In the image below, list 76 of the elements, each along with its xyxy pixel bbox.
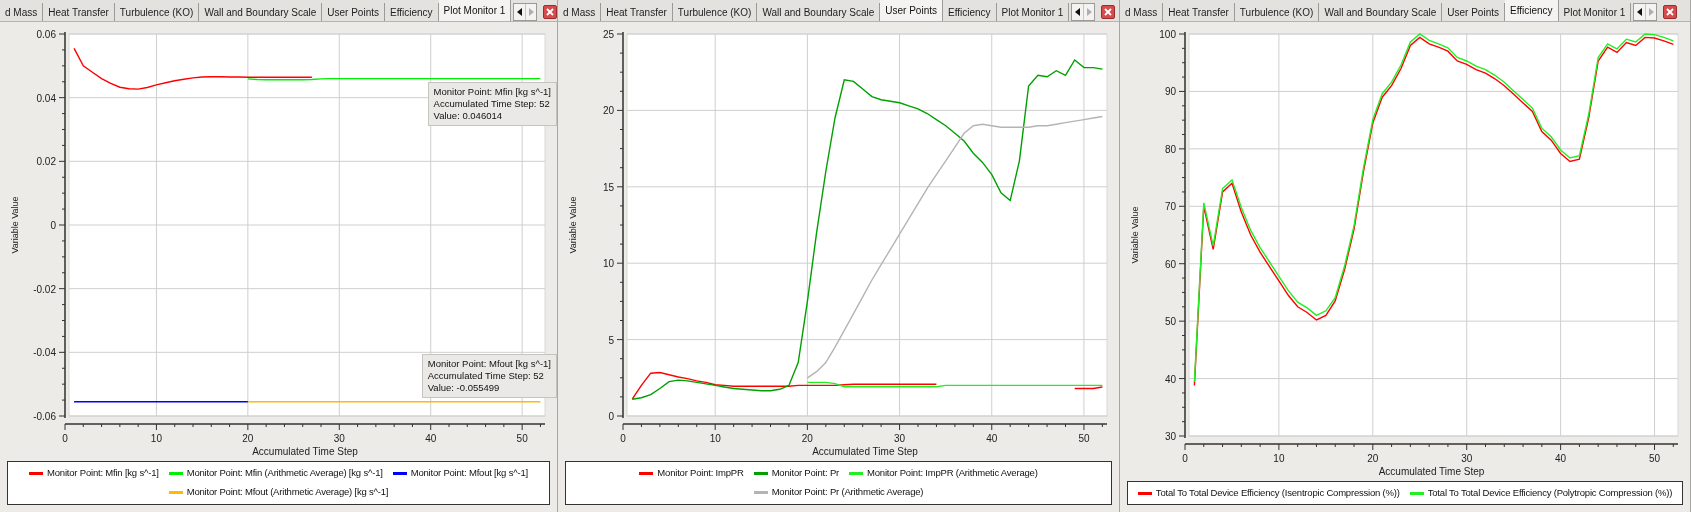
tooltip-line: Accumulated Time Step: 52: [427, 370, 545, 382]
right-arrow-icon: [1086, 8, 1092, 16]
tick-label: 100: [1159, 29, 1176, 40]
tick-label: 0: [608, 411, 614, 422]
tab[interactable]: Plot Monitor 1: [438, 0, 512, 21]
tick-label: 0.06: [36, 29, 56, 40]
close-button[interactable]: [1663, 5, 1678, 19]
close-button[interactable]: [543, 5, 557, 19]
legend-label: Monitor Point: ImpPR: [657, 466, 744, 481]
tooltip-line: Accumulated Time Step: 52: [433, 98, 551, 110]
left-arrow-icon: [517, 8, 523, 16]
axis-title: Variable Value: [568, 196, 578, 254]
tab[interactable]: Efficiency: [1505, 0, 1559, 21]
legend-label: Monitor Point: Mfout (Arithmetic Average) [kg s^-1]: [186, 485, 389, 500]
tooltip-line: Monitor Point: Mfin [kg s^-1]: [433, 86, 551, 98]
legend-label: Monitor Point: Mfin [kg s^-1]: [47, 466, 159, 481]
tick-label: 40: [986, 433, 998, 444]
axis-title: Accumulated Time Step: [812, 446, 918, 457]
tick-label: 20: [1367, 453, 1379, 464]
tick-label: 0: [50, 220, 56, 231]
close-icon: [1104, 8, 1113, 16]
tick-label: 50: [1078, 433, 1090, 444]
axis-title: Accumulated Time Step: [1378, 466, 1485, 477]
tick-label: 40: [1164, 373, 1176, 385]
tick-label: 0: [62, 433, 68, 444]
tooltip-line: Value: 0.046014: [433, 110, 504, 122]
legend-label: Total To Total Device Efficiency (Polytropic Compression (%)): [1427, 485, 1673, 500]
legend-label: Monitor Point: Mfin (Arithmetic Average) [kg s^-1]: [186, 466, 383, 481]
tick-label: 10: [1273, 453, 1285, 464]
tick-label: 70: [1164, 201, 1176, 213]
tooltip-line: Value: -0.055499: [427, 382, 501, 394]
tick-label: 80: [1164, 143, 1176, 155]
tick-label: 50: [1648, 453, 1661, 464]
legend-label: Monitor Point: Pr (Arithmetic Average): [771, 485, 924, 500]
legend-label: Total To Total Device Efficiency (Isentropic Compression (%)): [1155, 485, 1400, 500]
tick-label: -0.02: [33, 283, 56, 295]
tick-label: 15: [602, 181, 614, 193]
tick-label: 30: [333, 433, 345, 444]
tooltip-line: Monitor Point: Mfout [kg s^-1]: [427, 358, 551, 370]
legend-label: Monitor Point: ImpPR (Arithmetic Average): [867, 466, 1038, 481]
close-icon: [1666, 8, 1675, 16]
right-arrow-icon: [528, 8, 534, 16]
close-button[interactable]: [1101, 5, 1116, 19]
tick-label: 20: [242, 433, 254, 444]
tab[interactable]: User Points: [880, 0, 943, 21]
legend-label: Monitor Point: Mfout [kg s^-1]: [410, 466, 528, 481]
tick-label: 30: [1164, 431, 1176, 442]
tick-label: 20: [801, 433, 813, 444]
tick-label: 10: [602, 258, 614, 270]
tick-label: 5: [608, 334, 614, 346]
tick-label: 0: [620, 433, 626, 444]
tick-label: -0.06: [33, 411, 56, 422]
legend-label: Monitor Point: Pr: [771, 466, 839, 481]
tick-label: -0.04: [33, 347, 56, 359]
tick-label: 0: [1182, 453, 1188, 464]
tick-label: 50: [1164, 316, 1176, 328]
right-arrow-icon: [1648, 8, 1654, 16]
tick-label: 10: [150, 433, 162, 444]
tick-label: 40: [425, 433, 437, 444]
tick-label: 0.02: [36, 156, 56, 168]
axis-title: Variable Value: [10, 196, 20, 254]
tick-label: 30: [894, 433, 906, 444]
tick-label: 90: [1164, 86, 1176, 98]
tick-label: 40: [1555, 453, 1567, 464]
axis-title: Accumulated Time Step: [252, 446, 358, 457]
tick-label: 0.04: [36, 92, 56, 104]
left-arrow-icon: [1075, 8, 1081, 16]
left-arrow-icon: [1637, 8, 1643, 16]
axis-title: Variable Value: [1130, 206, 1140, 264]
tick-label: 25: [602, 29, 614, 40]
tick-label: 20: [602, 105, 614, 117]
tick-label: 30: [1461, 453, 1473, 464]
close-icon: [546, 8, 555, 16]
tick-label: 10: [709, 433, 721, 444]
tick-label: 60: [1164, 258, 1176, 270]
tick-label: 50: [516, 433, 528, 444]
